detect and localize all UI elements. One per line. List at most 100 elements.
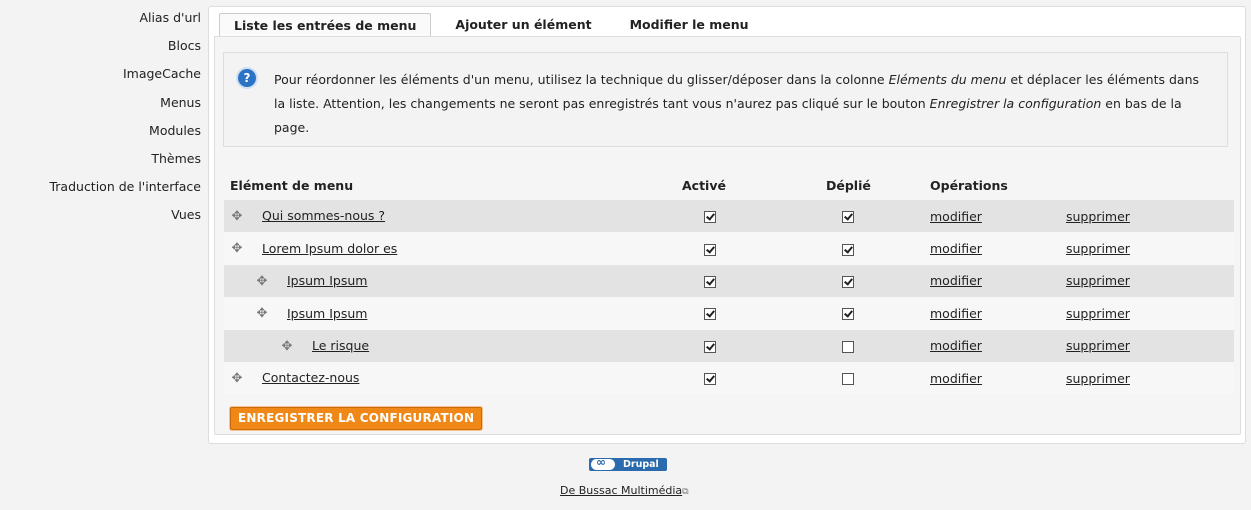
expanded-cell — [820, 329, 924, 362]
sidebar-item-translation[interactable]: Traduction de l'interface — [0, 173, 201, 201]
delete-cell: supprimer — [1066, 232, 1234, 265]
table-row: ✥ Le risque modifier supprimer — [224, 329, 1234, 362]
edit-link[interactable]: modifier — [930, 371, 982, 386]
enabled-checkbox[interactable] — [704, 308, 716, 321]
delete-cell: supprimer — [1066, 297, 1234, 330]
table-row: ✥ Qui sommes-nous ? modifier supprimer — [224, 200, 1234, 233]
drag-handle-icon[interactable]: ✥ — [230, 209, 244, 224]
edit-cell: modifier — [924, 264, 1066, 298]
expanded-cell — [820, 264, 924, 298]
edit-cell: modifier — [924, 200, 1066, 233]
expanded-checkbox[interactable] — [842, 308, 854, 321]
item-cell: ✥ Qui sommes-nous ? — [224, 200, 676, 233]
tab-list-entries[interactable]: Liste les entrées de menu — [219, 13, 432, 38]
header-enabled: Activé — [682, 177, 726, 193]
edit-link[interactable]: modifier — [930, 209, 982, 224]
delete-link[interactable]: supprimer — [1066, 241, 1130, 256]
edit-cell: modifier — [924, 361, 1066, 395]
expanded-checkbox[interactable] — [842, 211, 854, 224]
tab-content: ? Pour réordonner les éléments d'un menu… — [214, 36, 1241, 435]
delete-cell: supprimer — [1066, 361, 1234, 395]
expanded-cell — [820, 361, 924, 395]
sidebar-item-views[interactable]: Vues — [0, 201, 201, 229]
tab-bar: Liste les entrées de menu Ajouter un élé… — [219, 13, 769, 38]
drag-handle-icon[interactable]: ✥ — [255, 274, 269, 289]
delete-cell: supprimer — [1066, 329, 1234, 362]
drag-handle-icon[interactable]: ✥ — [230, 371, 244, 386]
footer-credit-link[interactable]: De Bussac Multimédia⧉ — [560, 484, 689, 497]
table-row: ✥ Contactez-nous modifier supprimer — [224, 361, 1234, 395]
delete-cell: supprimer — [1066, 264, 1234, 298]
delete-link[interactable]: supprimer — [1066, 209, 1130, 224]
menu-item-link[interactable]: Ipsum Ipsum — [287, 306, 367, 321]
delete-link[interactable]: supprimer — [1066, 306, 1130, 321]
edit-link[interactable]: modifier — [930, 273, 982, 288]
item-cell: ✥ Le risque — [224, 329, 676, 362]
menu-item-link[interactable]: Ipsum Ipsum — [287, 273, 367, 288]
edit-cell: modifier — [924, 297, 1066, 330]
enabled-cell — [676, 361, 820, 395]
enabled-checkbox[interactable] — [704, 340, 716, 353]
enabled-checkbox[interactable] — [704, 243, 716, 256]
table-header-row: Elément de menu Activé Déplié Opérations — [224, 170, 1234, 200]
expanded-cell — [820, 297, 924, 330]
delete-link[interactable]: supprimer — [1066, 371, 1130, 386]
drag-handle-icon[interactable]: ✥ — [280, 339, 294, 354]
item-cell: ✥ Ipsum Ipsum — [224, 297, 676, 330]
drag-handle-icon[interactable]: ✥ — [255, 307, 269, 321]
enabled-checkbox[interactable] — [704, 211, 716, 224]
menu-item-link[interactable]: Lorem Ipsum dolor es — [262, 241, 397, 256]
expanded-checkbox[interactable] — [842, 275, 854, 288]
sidebar-item-themes[interactable]: Thèmes — [0, 145, 201, 173]
header-operations-spacer — [1066, 170, 1234, 200]
sidebar-item-imagecache[interactable]: ImageCache — [0, 60, 201, 88]
external-link-icon: ⧉ — [682, 487, 689, 497]
save-configuration-button[interactable]: ENREGISTRER LA CONFIGURATION — [230, 407, 483, 430]
header-operations: Opérations — [930, 177, 1008, 193]
sidebar-item-menus[interactable]: Menus — [0, 89, 201, 117]
enabled-checkbox[interactable] — [704, 373, 716, 386]
table-row: ✥ Ipsum Ipsum modifier supprimer — [224, 297, 1234, 330]
table-row: ✥ Ipsum Ipsum modifier supprimer — [224, 264, 1234, 298]
header-expanded: Déplié — [826, 177, 871, 193]
expanded-checkbox[interactable] — [842, 373, 854, 386]
edit-cell: modifier — [924, 232, 1066, 265]
edit-link[interactable]: modifier — [930, 241, 982, 256]
enabled-cell — [676, 329, 820, 362]
delete-link[interactable]: supprimer — [1066, 273, 1130, 288]
enabled-cell — [676, 232, 820, 265]
item-cell: ✥ Ipsum Ipsum — [224, 264, 676, 298]
edit-link[interactable]: modifier — [930, 338, 982, 353]
enabled-cell — [676, 200, 820, 233]
help-text: Pour réordonner les éléments d'un menu, … — [274, 72, 1200, 135]
enabled-cell — [676, 297, 820, 330]
item-cell: ✥ Lorem Ipsum dolor es — [224, 232, 676, 265]
tab-add-item[interactable]: Ajouter un élément — [441, 13, 605, 36]
item-cell: ✥ Contactez-nous — [224, 361, 676, 395]
edit-cell: modifier — [924, 329, 1066, 362]
drupal-drop-icon — [591, 456, 615, 470]
expanded-checkbox[interactable] — [842, 340, 854, 353]
tab-edit-menu[interactable]: Modifier le menu — [616, 13, 763, 36]
expanded-cell — [820, 200, 924, 233]
sidebar-item-modules[interactable]: Modules — [0, 117, 201, 145]
menu-item-link[interactable]: Le risque — [312, 338, 369, 353]
menu-item-link[interactable]: Contactez-nous — [262, 370, 359, 385]
enabled-checkbox[interactable] — [704, 275, 716, 288]
main-panel: Liste les entrées de menu Ajouter un élé… — [208, 6, 1246, 444]
enabled-cell — [676, 264, 820, 298]
sidebar-item-alias[interactable]: Alias d'url — [0, 4, 201, 32]
expanded-checkbox[interactable] — [842, 243, 854, 256]
drag-handle-icon[interactable]: ✥ — [230, 242, 244, 256]
expanded-cell — [820, 232, 924, 265]
question-icon: ? — [238, 69, 256, 87]
drupal-badge[interactable]: Drupal — [589, 456, 667, 471]
menu-item-link[interactable]: Qui sommes-nous ? — [262, 208, 385, 223]
edit-link[interactable]: modifier — [930, 306, 982, 321]
table-row: ✥ Lorem Ipsum dolor es modifier supprimer — [224, 232, 1234, 265]
delete-cell: supprimer — [1066, 200, 1234, 233]
sidebar-item-blocs[interactable]: Blocs — [0, 32, 201, 60]
sidebar-menu: Alias d'url Blocs ImageCache Menus Modul… — [0, 4, 201, 230]
delete-link[interactable]: supprimer — [1066, 338, 1130, 353]
help-box: ? Pour réordonner les éléments d'un menu… — [223, 52, 1228, 147]
